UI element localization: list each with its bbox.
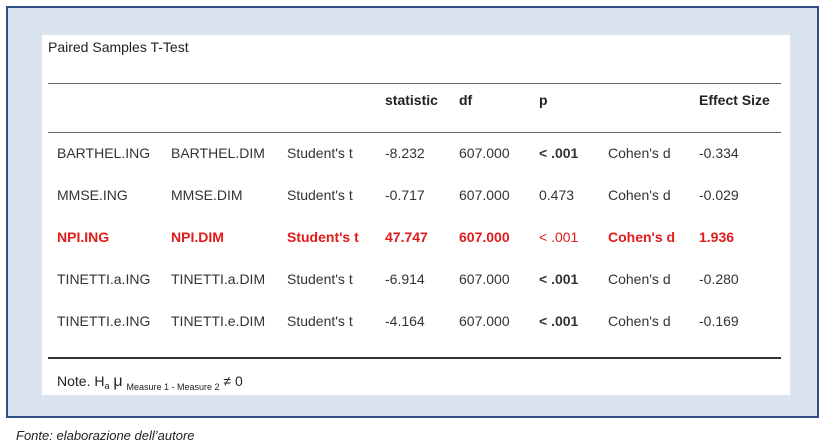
effect-size-cell: -0.169 [699,313,739,329]
df-cell: 607.000 [459,271,510,287]
header-rule [48,132,781,133]
figure-frame: Paired Samples T-Test statistic df p Eff… [6,6,819,418]
df-cell: 607.000 [459,229,510,245]
effect-measure-cell: Cohen's d [608,229,676,245]
table-row: TINETTI.a.ING TINETTI.a.DIM Student's t … [42,267,790,293]
test-cell: Student's t [287,271,353,287]
figure-caption: Fonte: elaborazione dell’autore [16,428,195,443]
p-cell: < .001 [539,145,579,161]
measure1-cell: TINETTI.a.ING [57,271,151,287]
measure1-cell: MMSE.ING [57,187,128,203]
p-cell: < .001 [539,271,579,287]
header-p: p [539,92,548,108]
statistic-cell: -6.914 [385,271,425,287]
test-cell: Student's t [287,187,353,203]
measure2-cell: BARTHEL.DIM [171,145,265,161]
note-suffix: ≠ 0 [223,373,243,389]
top-rule [48,83,781,84]
test-cell: Student's t [287,145,353,161]
measure2-cell: NPI.DIM [171,229,224,245]
table-row-highlighted: NPI.ING NPI.DIM Student's t 47.747 607.0… [42,225,790,251]
p-cell: < .001 [539,229,579,245]
header-df: df [459,92,473,108]
test-cell: Student's t [287,229,359,245]
effect-size-cell: -0.029 [699,187,739,203]
effect-measure-cell: Cohen's d [608,145,671,161]
ttest-table-panel: Paired Samples T-Test statistic df p Eff… [42,35,790,395]
bottom-rule [48,357,781,359]
df-cell: 607.000 [459,187,510,203]
table-row: MMSE.ING MMSE.DIM Student's t -0.717 607… [42,183,790,209]
df-cell: 607.000 [459,145,510,161]
effect-size-cell: -0.334 [699,145,739,161]
effect-size-cell: -0.280 [699,271,739,287]
measure1-cell: BARTHEL.ING [57,145,151,161]
effect-measure-cell: Cohen's d [608,187,671,203]
statistic-cell: -8.232 [385,145,425,161]
note-subscript-measure: Measure 1 - Measure 2 [126,382,220,392]
table-title: Paired Samples T-Test [48,39,189,55]
note-mu: μ [113,373,123,390]
table-row: TINETTI.e.ING TINETTI.e.DIM Student's t … [42,309,790,335]
effect-size-cell: 1.936 [699,229,735,245]
measure1-cell: TINETTI.e.ING [57,313,151,329]
header-statistic: statistic [385,92,438,108]
measure1-cell: NPI.ING [57,229,110,245]
test-cell: Student's t [287,313,353,329]
table-note: Note. Ha μ Measure 1 - Measure 2 ≠ 0 [57,373,243,392]
p-cell: 0.473 [539,187,575,203]
df-cell: 607.000 [459,313,510,329]
table-row: BARTHEL.ING BARTHEL.DIM Student's t -8.2… [42,141,790,167]
note-subscript-a: a [104,381,110,391]
note-prefix: Note. H [57,373,105,389]
header-effect-size: Effect Size [699,92,770,108]
statistic-cell: 47.747 [385,229,428,245]
measure2-cell: TINETTI.e.DIM [171,313,266,329]
measure2-cell: TINETTI.a.DIM [171,271,266,287]
p-cell: < .001 [539,313,579,329]
measure2-cell: MMSE.DIM [171,187,243,203]
statistic-cell: -4.164 [385,313,425,329]
effect-measure-cell: Cohen's d [608,313,671,329]
statistic-cell: -0.717 [385,187,425,203]
effect-measure-cell: Cohen's d [608,271,671,287]
